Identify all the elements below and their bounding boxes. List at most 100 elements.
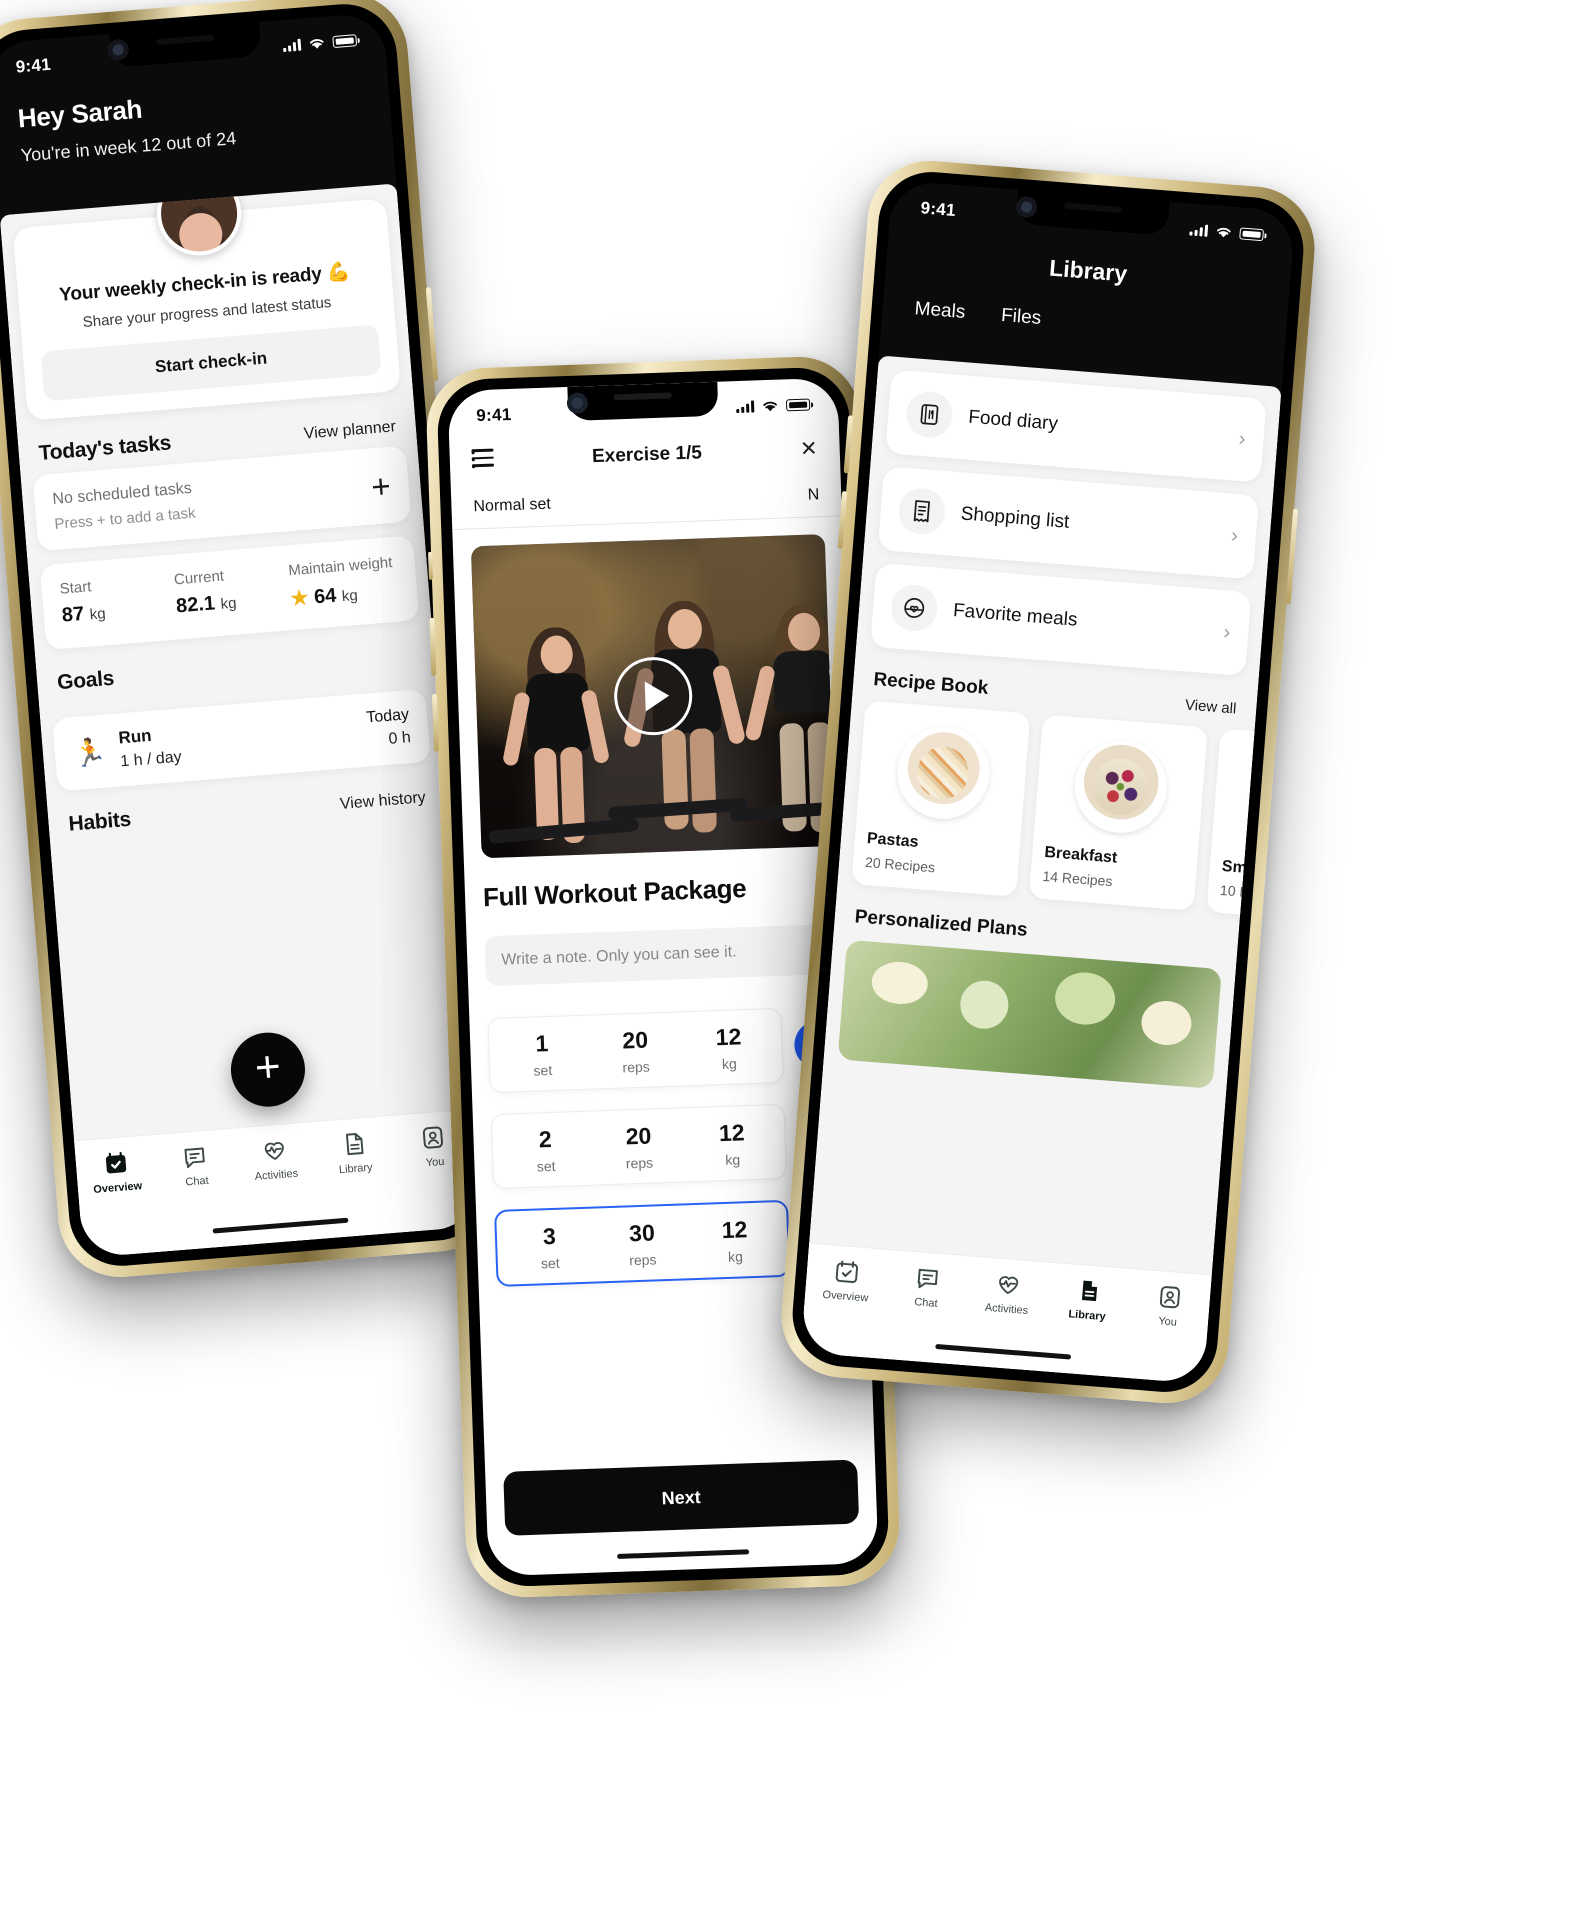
goal-period-value: 0 h [387,729,412,748]
food-diary-icon [904,389,955,440]
volume-up-button[interactable] [429,617,437,676]
recipe-card[interactable]: Pastas 20 Recipes [851,700,1031,897]
cellular-bars-icon [282,38,302,53]
heart-plate-icon [889,583,939,633]
weight-target-value: 64 [313,584,338,609]
tab-activities-label: Activities [254,1167,299,1183]
set-type-label: Normal set [473,495,552,516]
tab-overview-label: Overview [92,1180,143,1196]
row-shopping-list[interactable]: Shopping list › [877,466,1260,580]
cellular-bars-icon [1189,223,1209,237]
row-food-diary-label: Food diary [967,406,1059,435]
heart-pulse-icon [967,1268,1050,1300]
view-planner-link[interactable]: View planner [303,418,396,443]
next-button[interactable]: Next [503,1459,860,1536]
weight-current-unit: kg [219,594,238,613]
reps-unit: reps [625,1154,654,1172]
power-button[interactable] [425,287,439,382]
weight-value: 12 [721,1216,748,1244]
front-camera [106,38,130,62]
weight-start: Start 87 kg [59,572,171,630]
volume-down-button[interactable] [431,693,439,752]
view-history-link[interactable]: View history [339,789,426,814]
workout-title: Full Workout Package [482,873,747,913]
weight-unit: kg [721,1055,738,1072]
tab-files[interactable]: Files [1000,305,1042,330]
front-camera [566,392,589,414]
weight-start-label: Start [59,578,93,598]
weight-target: Maintain weight ★ 64 kg [288,554,400,612]
chat-bubble-icon [887,1262,970,1294]
tab-activities-label: Activities [984,1301,1029,1318]
note-input[interactable]: Write a note. Only you can see it. [484,923,840,987]
set-card[interactable]: 2 set 20 reps 12 kg [490,1103,788,1190]
notch [566,381,719,421]
tab-library-label: Library [1067,1308,1107,1324]
view-all-link[interactable]: View all [1184,697,1237,718]
set-type-right: N [807,486,820,504]
weight-start-value: 87 [61,602,85,627]
phone-overview: 9:41 Hey Sarah You're in week 12 out of … [0,0,504,1282]
cellular-bars-icon [736,400,755,414]
receipt-icon [897,486,947,537]
tab-library[interactable]: Library [313,1128,396,1178]
reps-unit: reps [622,1058,651,1076]
set-unit: set [536,1157,556,1175]
set-number: 2 [538,1125,553,1153]
set-row: 1 set 20 reps 12 kg [487,1006,844,1094]
avatar [153,183,245,259]
tab-meals[interactable]: Meals [914,298,966,324]
home-indicator [617,1549,750,1559]
set-card[interactable]: 1 set 20 reps 12 kg [487,1007,784,1094]
recipe-card[interactable]: Breakfast 14 Recipes [1028,714,1208,911]
phone-library: 9:41 Library Meals Files Food diary › Sh… [776,156,1320,1408]
tab-chat-label: Chat [185,1174,210,1189]
weight-unit: kg [725,1151,741,1168]
mute-switch[interactable] [428,551,433,580]
battery-icon [1239,227,1265,242]
reps-value: 20 [621,1026,649,1054]
battery-icon [785,398,811,412]
start-checkin-button[interactable]: Start check-in [40,324,382,402]
tab-activities[interactable]: Activities [234,1134,317,1184]
tab-library[interactable]: Library [1046,1275,1130,1325]
reps-value: 20 [625,1122,652,1150]
list-icon[interactable] [471,448,495,473]
library-tabs: Meals Files [914,298,1042,330]
status-time: 9:41 [919,198,957,220]
heart-pulse-icon [234,1134,315,1166]
exercise-video[interactable] [470,534,836,859]
wifi-icon [763,401,777,412]
set-card-selected[interactable]: 3 set 30 reps 12 kg [494,1199,791,1287]
weight-value: 12 [718,1119,746,1147]
document-icon [313,1128,394,1160]
todays-tasks-title: Today's tasks [37,431,172,465]
tab-overview[interactable]: Overview [805,1256,889,1306]
no-tasks-hint: Press + to add a task [53,504,197,533]
goal-period-label: Today [365,706,410,727]
recipe-count: 10 Recipes [1219,881,1282,904]
add-task-button[interactable]: + [370,466,392,504]
tab-chat[interactable]: Chat [885,1262,969,1312]
tab-you[interactable]: You [1127,1281,1211,1331]
set-type-row: Normal set N [451,485,841,517]
no-tasks-title: No scheduled tasks [51,479,193,509]
power-button[interactable] [1285,508,1299,605]
weight-current-value: 82.1 [175,592,216,618]
running-person-icon: 🏃 [71,736,108,769]
person-icon [1128,1281,1211,1313]
recipe-card[interactable]: Smoothies 10 Recipes [1206,728,1282,925]
tab-chat[interactable]: Chat [154,1141,237,1191]
weight-start-unit: kg [89,605,107,624]
tab-chat-label: Chat [913,1296,938,1310]
tab-overview[interactable]: Overview [75,1147,158,1197]
earpiece-speaker [1064,202,1123,214]
chat-bubble-icon [154,1141,235,1173]
row-food-diary[interactable]: Food diary › [885,369,1267,483]
personalized-plans-title: Personalized Plans [854,906,1029,941]
weight-value: 12 [715,1023,742,1051]
divider [452,515,843,531]
tab-overview-label: Overview [822,1288,869,1305]
tab-activities[interactable]: Activities [966,1268,1050,1318]
close-icon[interactable]: ✕ [800,436,818,462]
